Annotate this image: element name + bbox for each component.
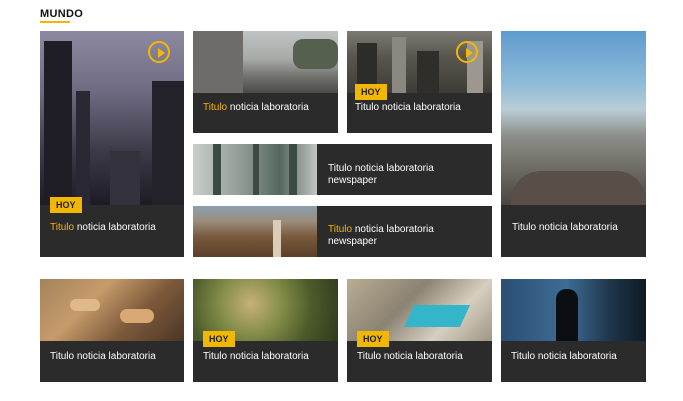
news-card-3[interactable]: HOY Titulo noticia laboratoria	[347, 31, 492, 133]
news-image-bakery	[40, 279, 184, 341]
today-badge: HOY	[50, 197, 82, 213]
news-card-4[interactable]: Titulo noticia laboratoria	[501, 31, 646, 257]
news-title[interactable]: Titulo noticia laboratoria	[511, 351, 636, 363]
news-title[interactable]: Titulo noticia laboratoria	[203, 102, 328, 114]
news-title[interactable]: Titulo noticia laboratoria	[50, 222, 174, 234]
section-title: MUNDO	[40, 8, 84, 20]
news-title-highlight: Titulo	[203, 102, 228, 113]
news-title-text: Titulo noticia laboratoria	[203, 351, 309, 362]
news-image-old-town	[193, 206, 317, 257]
news-card-10[interactable]: Titulo noticia laboratoria	[501, 279, 646, 382]
news-title[interactable]: Titulo noticia laboratoria	[355, 102, 482, 114]
today-badge: HOY	[203, 331, 235, 347]
news-image-station	[193, 144, 317, 195]
news-title-text: noticia laboratoria	[227, 102, 309, 113]
news-image-people	[501, 279, 646, 341]
news-title-text: Titulo noticia laboratoria	[511, 351, 617, 362]
play-video-icon[interactable]	[148, 41, 170, 63]
play-video-icon[interactable]	[456, 41, 478, 63]
news-title-highlight: Titulo	[328, 224, 353, 235]
news-card-7[interactable]: Titulo noticia laboratoria	[40, 279, 184, 382]
news-title-text: Titulo noticia laboratoria newspaper	[328, 163, 434, 186]
news-image-landscape	[501, 31, 646, 205]
news-title[interactable]: Titulo noticia laboratoria	[512, 222, 636, 234]
news-title[interactable]: Titulo noticia laboratoria	[357, 351, 482, 363]
today-badge: HOY	[357, 331, 389, 347]
news-card-9[interactable]: HOY Titulo noticia laboratoria	[347, 279, 492, 382]
news-title[interactable]: Titulo noticia laboratoria	[50, 351, 174, 363]
section-underline	[40, 21, 70, 23]
news-image-street	[193, 31, 338, 93]
news-title-text: Titulo noticia laboratoria	[50, 351, 156, 362]
news-title-text: noticia laboratoria	[74, 222, 156, 233]
news-card-5[interactable]: Titulo noticia laboratoria newspaper	[193, 144, 492, 195]
news-card-2[interactable]: Titulo noticia laboratoria	[193, 31, 338, 133]
news-title-highlight: Titulo	[50, 222, 75, 233]
news-title[interactable]: Titulo noticia laboratoria	[203, 351, 328, 363]
news-title-text: Titulo noticia laboratoria	[512, 222, 618, 233]
news-title-text: Titulo noticia laboratoria	[357, 351, 463, 362]
news-title[interactable]: Titulo noticia laboratoria newspaper	[328, 163, 483, 187]
news-card-8[interactable]: HOY Titulo noticia laboratoria	[193, 279, 338, 382]
news-card-1[interactable]: HOY Titulo noticia laboratoria	[40, 31, 184, 257]
today-badge: HOY	[355, 84, 387, 100]
news-card-6[interactable]: Titulo noticia laboratoria newspaper	[193, 206, 492, 257]
news-title-text: Titulo noticia laboratoria	[355, 102, 461, 113]
news-title[interactable]: Titulo noticia laboratoria newspaper	[328, 224, 483, 248]
